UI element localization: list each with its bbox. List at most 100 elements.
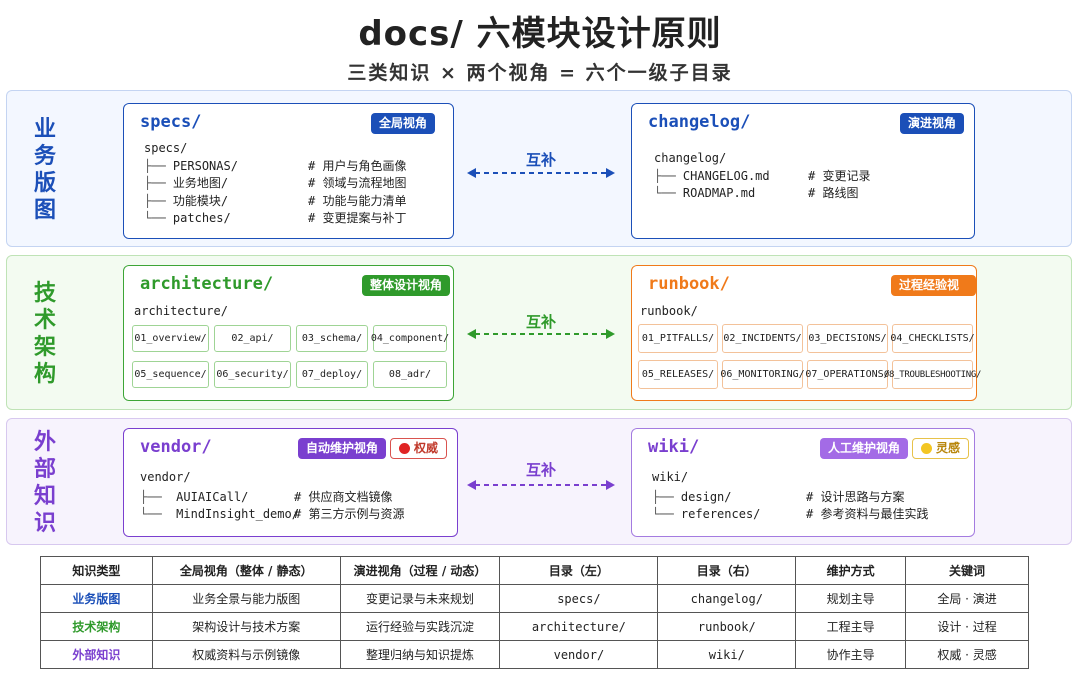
tree-comment: # 用户与角色画像 [308, 158, 407, 173]
table-cell: 规划主导 [795, 584, 907, 613]
tree-comment: # 变更提案与补丁 [308, 211, 407, 225]
dir-cell: 03_DECISIONS/ [807, 324, 888, 353]
tree-line: └── references/ # 参考资料与最佳实践 [652, 506, 928, 524]
tree-prefix: ├── [144, 193, 166, 208]
tree-name: PERSONAS/ [172, 158, 238, 173]
tree-name: MindInsight_demo/ [176, 507, 299, 521]
red-dot-icon [399, 443, 410, 454]
card-architecture: architecture/ 整体设计视角 architecture/ 01_ov… [123, 265, 454, 401]
card-title-wiki: wiki/ [648, 437, 700, 457]
tree-comment: # 参考资料与最佳实践 [806, 507, 929, 521]
tree-prefix: ├── [144, 158, 166, 173]
table-cell: runbook/ [657, 612, 797, 641]
tree-name: 功能模块/ [172, 193, 229, 208]
table-cell: vendor/ [499, 640, 659, 669]
tree-line: └── MindInsight_demo/# 第三方示例与资源 [140, 506, 404, 524]
tree-prefix: ├── [140, 489, 162, 504]
tree-prefix: ├── [652, 489, 674, 504]
dir-cell: 05_sequence/ [132, 361, 209, 388]
tree-vendor: vendor/ ├── AUIAICall/ # 供应商文档镜像 └── Mind… [140, 469, 404, 524]
tree-wiki: wiki/ ├── design/ # 设计思路与方案 └── reference… [652, 469, 928, 524]
page-title: docs/ 六模块设计原则 [358, 14, 722, 54]
tree-name: ROADMAP.md [682, 186, 756, 200]
table-header: 演进视角（过程 / 动态） [339, 556, 501, 585]
dir-cell: 07_deploy/ [296, 361, 368, 388]
card-title-architecture: architecture/ [140, 274, 274, 294]
badge-authority-label: 权威 [414, 441, 439, 455]
table-cell-type: 业务版图 [40, 584, 153, 613]
row-label-char: 图 [33, 197, 56, 223]
table-cell-type: 技术架构 [40, 612, 153, 641]
dir-cell: 01_overview/ [132, 325, 209, 352]
tree-name: references/ [680, 507, 761, 521]
row-label-char: 架 [33, 334, 56, 360]
tree-architecture-root: architecture/ [134, 303, 228, 321]
table-cell: specs/ [499, 584, 659, 613]
tree-comment: # 功能与能力清单 [308, 193, 407, 208]
row-label-char: 术 [33, 307, 56, 333]
tree-comment: # 变更记录 [808, 168, 871, 183]
tree-line: └── patches/ # 变更提案与补丁 [144, 210, 406, 228]
table-cell: changelog/ [657, 584, 797, 613]
table-cell: 运行经验与实践沉淀 [339, 612, 501, 641]
dir-cell: 06_MONITORING/ [720, 360, 805, 389]
card-title-specs: specs/ [140, 112, 202, 132]
dir-cell: 04_component/ [371, 325, 449, 352]
tree-line: ├── design/ # 设计思路与方案 [652, 489, 904, 507]
row-label-external: 外 部 知 识 [7, 419, 83, 546]
table-cell-type: 外部知识 [40, 640, 153, 669]
tree-name: design/ [680, 489, 732, 504]
row-technical: 技 术 架 构 architecture/ 整体设计视角 architectur… [6, 255, 1072, 410]
table-cell: architecture/ [499, 612, 659, 641]
row-label-char: 部 [33, 456, 56, 482]
card-title-changelog: changelog/ [648, 112, 751, 132]
table-cell: 架构设计与技术方案 [151, 612, 341, 641]
card-specs: specs/ 全局视角 specs/ ├── PERSONAS/ # 用户与角色画… [123, 103, 454, 239]
tree-prefix: └── [654, 186, 676, 200]
tree-name: CHANGELOG.md [682, 168, 770, 183]
tree-comment: # 路线图 [808, 186, 859, 200]
tree-line: ├── AUIAICall/ # 供应商文档镜像 [140, 489, 392, 507]
table-cell: wiki/ [657, 640, 797, 669]
tree-changelog: changelog/ ├── CHANGELOG.md # 变更记录 └── RO… [654, 150, 870, 203]
tree-line: ├── 业务地图/ # 领域与流程地图 [144, 175, 406, 193]
dir-cell: 02_api/ [214, 325, 291, 352]
tree-line: ├── 功能模块/ # 功能与能力清单 [144, 193, 406, 211]
row-label-char: 业 [33, 116, 56, 142]
yellow-dot-icon [921, 443, 932, 454]
badge-inspiration: 灵感 [912, 438, 970, 459]
badge-process-experience: 过程经验视角 [891, 275, 976, 313]
tree-root: wiki/ [652, 470, 689, 484]
dir-cell: 01_PITFALLS/ [638, 324, 718, 353]
badge-auto-maintain: 自动维护视角 [298, 438, 387, 459]
tree-runbook-root: runbook/ [640, 303, 698, 321]
tree-prefix: └── [652, 507, 674, 521]
tree-name: 业务地图/ [172, 176, 229, 190]
tree-root: changelog/ [654, 151, 727, 165]
table-header: 关键词 [905, 556, 1029, 585]
row-business: 业 务 版 图 specs/ 全局视角 specs/ ├── PERSONAS/… [6, 90, 1072, 247]
badge-inspiration-label: 灵感 [936, 441, 961, 455]
tree-root: vendor/ [140, 470, 191, 484]
tree-line: ├── PERSONAS/ # 用户与角色画像 [144, 158, 406, 176]
dir-cell: 02_INCIDENTS/ [722, 324, 803, 353]
row-label-char: 知 [33, 483, 56, 509]
card-changelog: changelog/ 演进视角 changelog/ ├── CHANGELOG… [631, 103, 975, 239]
tree-root: specs/ [144, 141, 188, 155]
card-wiki: wiki/ 人工维护视角 灵感 wiki/ ├── design/ # 设计思路与… [631, 428, 975, 537]
tree-line: ├── CHANGELOG.md # 变更记录 [654, 168, 870, 186]
dir-cell: 06_security/ [214, 361, 291, 388]
dir-cell: 04_CHECKLISTS/ [890, 324, 975, 353]
badge-authority: 权威 [390, 438, 448, 459]
table-cell: 权威资料与示例镜像 [151, 640, 341, 669]
table-cell: 权威 · 灵感 [905, 640, 1029, 669]
tree-prefix: ├── [654, 168, 676, 183]
tree-prefix: └── [140, 507, 162, 521]
tree-name: AUIAICall/ [176, 489, 249, 504]
table-row: 业务版图 业务全景与能力版图 变更记录与未来规划 specs/ changelo… [40, 584, 1029, 613]
tree-line: └── ROADMAP.md # 路线图 [654, 185, 858, 203]
tree-comment: # 设计思路与方案 [806, 489, 905, 504]
tree-specs: specs/ ├── PERSONAS/ # 用户与角色画像 ├── 业务地图/ #… [144, 140, 406, 228]
row-label-technical: 技 术 架 构 [7, 256, 83, 411]
row-label-business: 业 务 版 图 [7, 91, 83, 248]
